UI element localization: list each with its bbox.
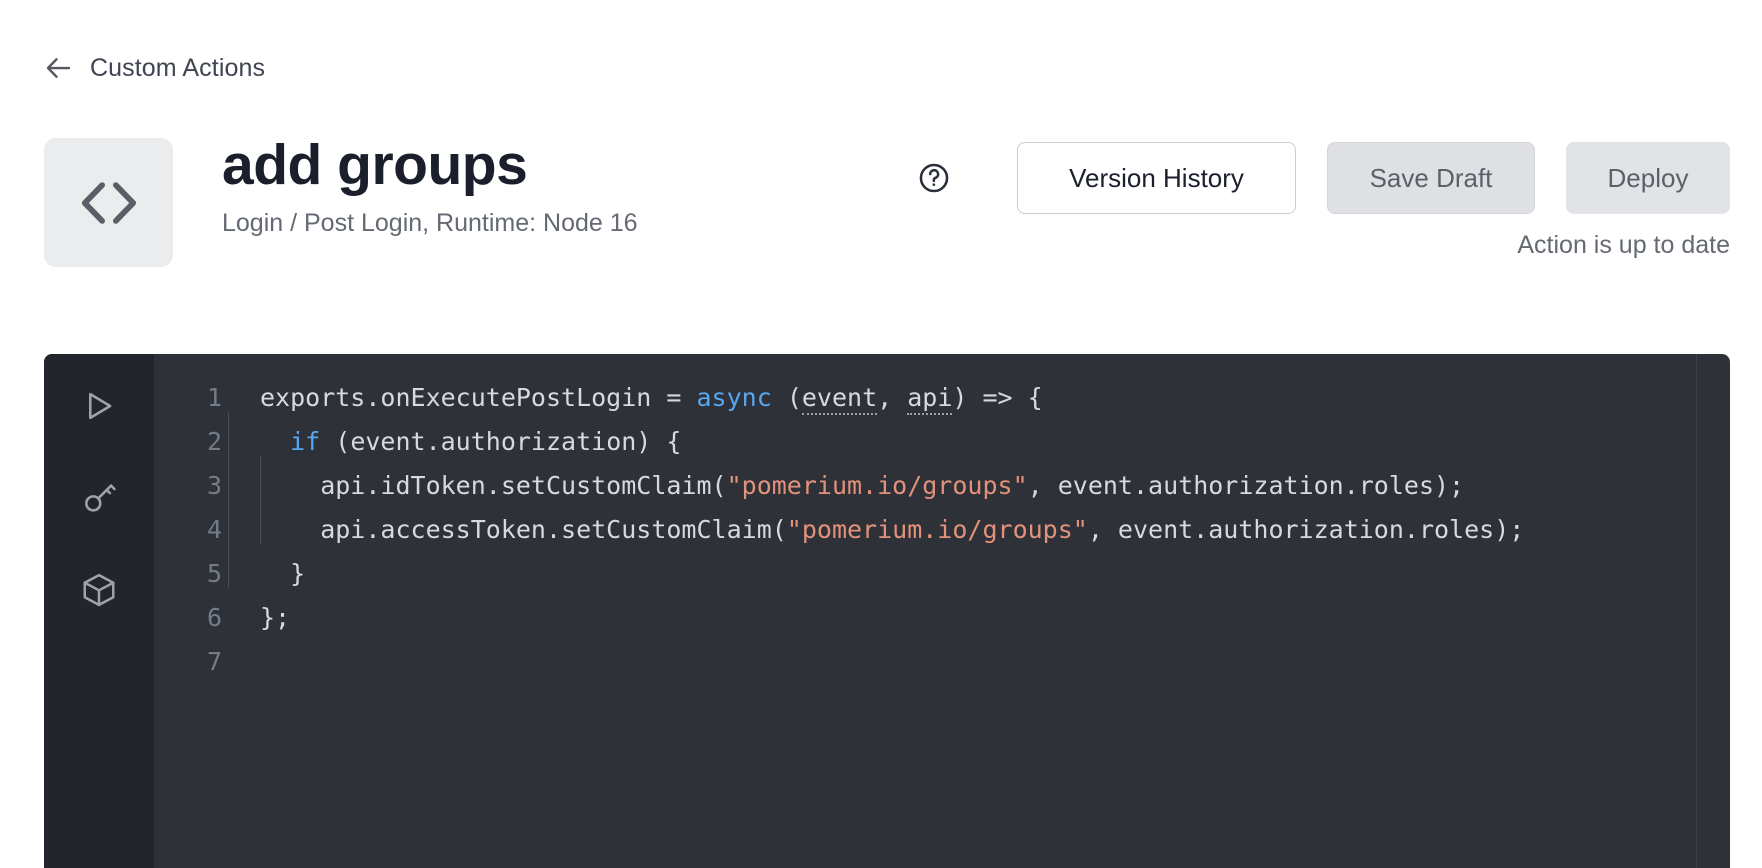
- line-number: 2: [154, 420, 222, 464]
- title-block: add groups Login / Post Login, Runtime: …: [222, 132, 638, 238]
- page-title: add groups: [222, 132, 638, 199]
- key-icon[interactable]: [77, 476, 121, 520]
- line-number: 1: [154, 376, 222, 420]
- line-content: if (event.authorization) {: [222, 420, 1730, 464]
- editor-content-area[interactable]: 1 exports.onExecutePostLogin = async (ev…: [154, 354, 1730, 868]
- line-number: 4: [154, 508, 222, 552]
- line-number: 3: [154, 464, 222, 508]
- arrow-left-icon: [44, 53, 74, 83]
- code-text[interactable]: 1 exports.onExecutePostLogin = async (ev…: [154, 354, 1730, 684]
- code-line: 3 api.idToken.setCustomClaim("pomerium.i…: [154, 464, 1730, 508]
- line-content: };: [222, 596, 1730, 640]
- play-icon[interactable]: [77, 384, 121, 428]
- code-editor-panel: 1 exports.onExecutePostLogin = async (ev…: [44, 354, 1730, 868]
- line-content: api.accessToken.setCustomClaim("pomerium…: [222, 508, 1730, 552]
- line-content: api.idToken.setCustomClaim("pomerium.io/…: [222, 464, 1730, 508]
- code-line: 4 api.accessToken.setCustomClaim("pomeri…: [154, 508, 1730, 552]
- code-line: 5 }: [154, 552, 1730, 596]
- deploy-button[interactable]: Deploy: [1566, 142, 1730, 214]
- status-text: Action is up to date: [1517, 231, 1730, 260]
- editor-minimap-divider: [1696, 354, 1697, 868]
- breadcrumb-back-custom-actions[interactable]: Custom Actions: [44, 50, 265, 86]
- line-content: }: [222, 552, 1730, 596]
- code-line: 1 exports.onExecutePostLogin = async (ev…: [154, 376, 1730, 420]
- line-number: 6: [154, 596, 222, 640]
- version-history-button[interactable]: Version History: [1017, 142, 1296, 214]
- header-actions: Version History Save Draft Deploy: [917, 132, 1730, 224]
- code-line: 7: [154, 640, 1730, 684]
- code-line: 6 };: [154, 596, 1730, 640]
- editor-sidebar-rail: [44, 354, 154, 868]
- action-header: add groups Login / Post Login, Runtime: …: [44, 132, 1730, 272]
- line-content: exports.onExecutePostLogin = async (even…: [222, 376, 1730, 420]
- custom-action-editor-page: Custom Actions add groups Login / Post L…: [0, 0, 1762, 868]
- code-brackets-icon: [44, 138, 173, 267]
- save-draft-button[interactable]: Save Draft: [1327, 142, 1535, 214]
- line-number: 5: [154, 552, 222, 596]
- action-subtitle: Login / Post Login, Runtime: Node 16: [222, 208, 638, 238]
- breadcrumb-label: Custom Actions: [90, 56, 265, 81]
- package-icon[interactable]: [77, 568, 121, 612]
- question-circle-icon[interactable]: [917, 161, 951, 195]
- line-number: 7: [154, 640, 222, 684]
- code-line: 2 if (event.authorization) {: [154, 420, 1730, 464]
